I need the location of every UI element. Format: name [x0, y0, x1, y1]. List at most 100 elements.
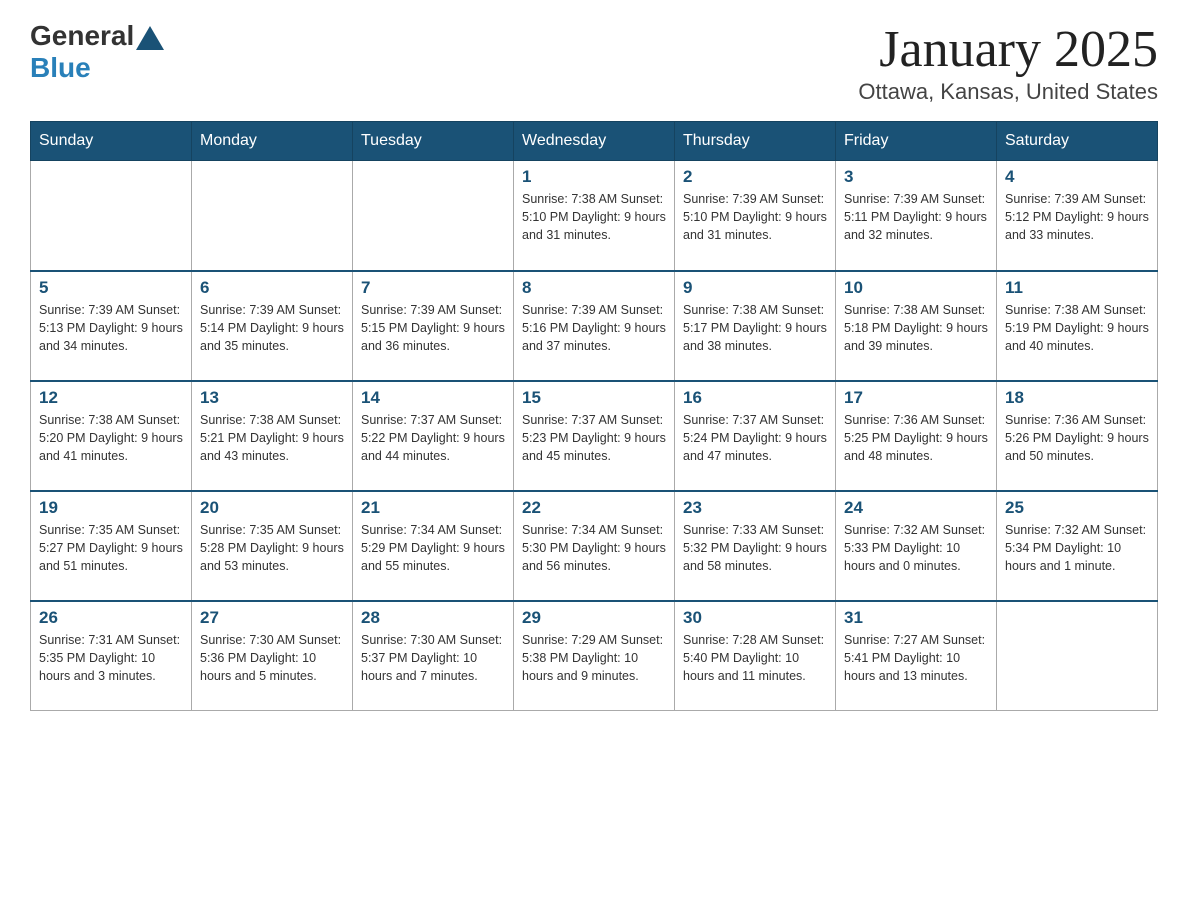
day-info: Sunrise: 7:39 AM Sunset: 5:11 PM Dayligh… — [844, 190, 988, 244]
day-number: 8 — [522, 278, 666, 298]
calendar-body: 1Sunrise: 7:38 AM Sunset: 5:10 PM Daylig… — [31, 161, 1158, 711]
day-info: Sunrise: 7:39 AM Sunset: 5:10 PM Dayligh… — [683, 190, 827, 244]
calendar-cell: 13Sunrise: 7:38 AM Sunset: 5:21 PM Dayli… — [192, 381, 353, 491]
page-header: General Blue January 2025 Ottawa, Kansas… — [30, 20, 1158, 105]
day-number: 29 — [522, 608, 666, 628]
calendar-table: SundayMondayTuesdayWednesdayThursdayFrid… — [30, 121, 1158, 711]
calendar-cell: 25 Sunrise: 7:32 AM Sunset: 5:34 PM Dayli… — [997, 491, 1158, 601]
logo: General Blue — [30, 20, 164, 84]
day-number: 19 — [39, 498, 183, 518]
calendar-cell: 19 Sunrise: 7:35 AM Sunset: 5:27 PM Dayli… — [31, 491, 192, 601]
week-row-4: 19 Sunrise: 7:35 AM Sunset: 5:27 PM Dayli… — [31, 491, 1158, 601]
calendar-cell: 22 Sunrise: 7:34 AM Sunset: 5:30 PM Dayli… — [514, 491, 675, 601]
day-number: 10 — [844, 278, 988, 298]
day-number: 24 — [844, 498, 988, 518]
day-info: Sunrise: 7:32 AM Sunset: 5:34 PM Dayligh… — [1005, 521, 1149, 575]
calendar-cell: 6 Sunrise: 7:39 AM Sunset: 5:14 PM Daylig… — [192, 271, 353, 381]
header-cell-tuesday: Tuesday — [353, 122, 514, 161]
day-number: 15 — [522, 388, 666, 408]
calendar-cell: 1Sunrise: 7:38 AM Sunset: 5:10 PM Daylig… — [514, 161, 675, 271]
calendar-cell: 18 Sunrise: 7:36 AM Sunset: 5:26 PM Dayli… — [997, 381, 1158, 491]
day-info: Sunrise: 7:38 AM Sunset: 5:19 PM Dayligh… — [1005, 301, 1149, 355]
day-number: 31 — [844, 608, 988, 628]
day-number: 16 — [683, 388, 827, 408]
calendar-cell: 14Sunrise: 7:37 AM Sunset: 5:22 PM Dayli… — [353, 381, 514, 491]
calendar-subtitle: Ottawa, Kansas, United States — [858, 79, 1158, 105]
header-cell-saturday: Saturday — [997, 122, 1158, 161]
day-number: 6 — [200, 278, 344, 298]
calendar-cell — [353, 161, 514, 271]
day-number: 5 — [39, 278, 183, 298]
calendar-cell — [31, 161, 192, 271]
day-info: Sunrise: 7:36 AM Sunset: 5:25 PM Dayligh… — [844, 411, 988, 465]
day-number: 20 — [200, 498, 344, 518]
calendar-cell: 4 Sunrise: 7:39 AM Sunset: 5:12 PM Daylig… — [997, 161, 1158, 271]
logo-general-text: General — [30, 20, 134, 52]
day-number: 23 — [683, 498, 827, 518]
header-cell-sunday: Sunday — [31, 122, 192, 161]
day-info: Sunrise: 7:34 AM Sunset: 5:29 PM Dayligh… — [361, 521, 505, 575]
day-info: Sunrise: 7:39 AM Sunset: 5:16 PM Dayligh… — [522, 301, 666, 355]
calendar-cell — [997, 601, 1158, 711]
day-number: 17 — [844, 388, 988, 408]
day-info: Sunrise: 7:34 AM Sunset: 5:30 PM Dayligh… — [522, 521, 666, 575]
day-number: 9 — [683, 278, 827, 298]
day-info: Sunrise: 7:30 AM Sunset: 5:36 PM Dayligh… — [200, 631, 344, 685]
day-info: Sunrise: 7:36 AM Sunset: 5:26 PM Dayligh… — [1005, 411, 1149, 465]
calendar-cell: 8 Sunrise: 7:39 AM Sunset: 5:16 PM Daylig… — [514, 271, 675, 381]
week-row-5: 26 Sunrise: 7:31 AM Sunset: 5:35 PM Dayli… — [31, 601, 1158, 711]
day-number: 7 — [361, 278, 505, 298]
calendar-cell: 24 Sunrise: 7:32 AM Sunset: 5:33 PM Dayli… — [836, 491, 997, 601]
day-info: Sunrise: 7:31 AM Sunset: 5:35 PM Dayligh… — [39, 631, 183, 685]
calendar-cell: 23 Sunrise: 7:33 AM Sunset: 5:32 PM Dayli… — [675, 491, 836, 601]
calendar-cell: 5 Sunrise: 7:39 AM Sunset: 5:13 PM Daylig… — [31, 271, 192, 381]
day-number: 25 — [1005, 498, 1149, 518]
day-number: 26 — [39, 608, 183, 628]
calendar-cell: 27 Sunrise: 7:30 AM Sunset: 5:36 PM Dayli… — [192, 601, 353, 711]
calendar-cell: 28 Sunrise: 7:30 AM Sunset: 5:37 PM Dayli… — [353, 601, 514, 711]
day-info: Sunrise: 7:37 AM Sunset: 5:23 PM Dayligh… — [522, 411, 666, 465]
day-number: 21 — [361, 498, 505, 518]
calendar-cell: 11 Sunrise: 7:38 AM Sunset: 5:19 PM Dayli… — [997, 271, 1158, 381]
logo-blue-text: Blue — [30, 52, 91, 83]
calendar-title: January 2025 — [858, 20, 1158, 79]
header-cell-monday: Monday — [192, 122, 353, 161]
calendar-header: SundayMondayTuesdayWednesdayThursdayFrid… — [31, 122, 1158, 161]
day-number: 28 — [361, 608, 505, 628]
logo-triangle-icon — [136, 26, 164, 50]
calendar-cell: 26 Sunrise: 7:31 AM Sunset: 5:35 PM Dayli… — [31, 601, 192, 711]
header-cell-friday: Friday — [836, 122, 997, 161]
calendar-cell: 12Sunrise: 7:38 AM Sunset: 5:20 PM Dayli… — [31, 381, 192, 491]
header-row: SundayMondayTuesdayWednesdayThursdayFrid… — [31, 122, 1158, 161]
day-number: 11 — [1005, 278, 1149, 298]
day-number: 22 — [522, 498, 666, 518]
day-info: Sunrise: 7:39 AM Sunset: 5:14 PM Dayligh… — [200, 301, 344, 355]
day-info: Sunrise: 7:30 AM Sunset: 5:37 PM Dayligh… — [361, 631, 505, 685]
calendar-cell: 3Sunrise: 7:39 AM Sunset: 5:11 PM Daylig… — [836, 161, 997, 271]
day-number: 18 — [1005, 388, 1149, 408]
day-info: Sunrise: 7:35 AM Sunset: 5:27 PM Dayligh… — [39, 521, 183, 575]
calendar-cell: 10 Sunrise: 7:38 AM Sunset: 5:18 PM Dayli… — [836, 271, 997, 381]
calendar-cell: 20 Sunrise: 7:35 AM Sunset: 5:28 PM Dayli… — [192, 491, 353, 601]
day-number: 27 — [200, 608, 344, 628]
day-info: Sunrise: 7:39 AM Sunset: 5:15 PM Dayligh… — [361, 301, 505, 355]
header-cell-wednesday: Wednesday — [514, 122, 675, 161]
day-info: Sunrise: 7:38 AM Sunset: 5:18 PM Dayligh… — [844, 301, 988, 355]
day-info: Sunrise: 7:38 AM Sunset: 5:17 PM Dayligh… — [683, 301, 827, 355]
day-number: 30 — [683, 608, 827, 628]
calendar-cell: 30 Sunrise: 7:28 AM Sunset: 5:40 PM Dayli… — [675, 601, 836, 711]
day-info: Sunrise: 7:35 AM Sunset: 5:28 PM Dayligh… — [200, 521, 344, 575]
day-info: Sunrise: 7:32 AM Sunset: 5:33 PM Dayligh… — [844, 521, 988, 575]
day-info: Sunrise: 7:28 AM Sunset: 5:40 PM Dayligh… — [683, 631, 827, 685]
calendar-cell — [192, 161, 353, 271]
header-cell-thursday: Thursday — [675, 122, 836, 161]
calendar-cell: 16Sunrise: 7:37 AM Sunset: 5:24 PM Dayli… — [675, 381, 836, 491]
day-info: Sunrise: 7:39 AM Sunset: 5:12 PM Dayligh… — [1005, 190, 1149, 244]
day-number: 4 — [1005, 167, 1149, 187]
calendar-cell: 29Sunrise: 7:29 AM Sunset: 5:38 PM Dayli… — [514, 601, 675, 711]
calendar-cell: 21 Sunrise: 7:34 AM Sunset: 5:29 PM Dayli… — [353, 491, 514, 601]
day-info: Sunrise: 7:33 AM Sunset: 5:32 PM Dayligh… — [683, 521, 827, 575]
day-number: 2 — [683, 167, 827, 187]
calendar-cell: 15 Sunrise: 7:37 AM Sunset: 5:23 PM Dayli… — [514, 381, 675, 491]
day-info: Sunrise: 7:39 AM Sunset: 5:13 PM Dayligh… — [39, 301, 183, 355]
